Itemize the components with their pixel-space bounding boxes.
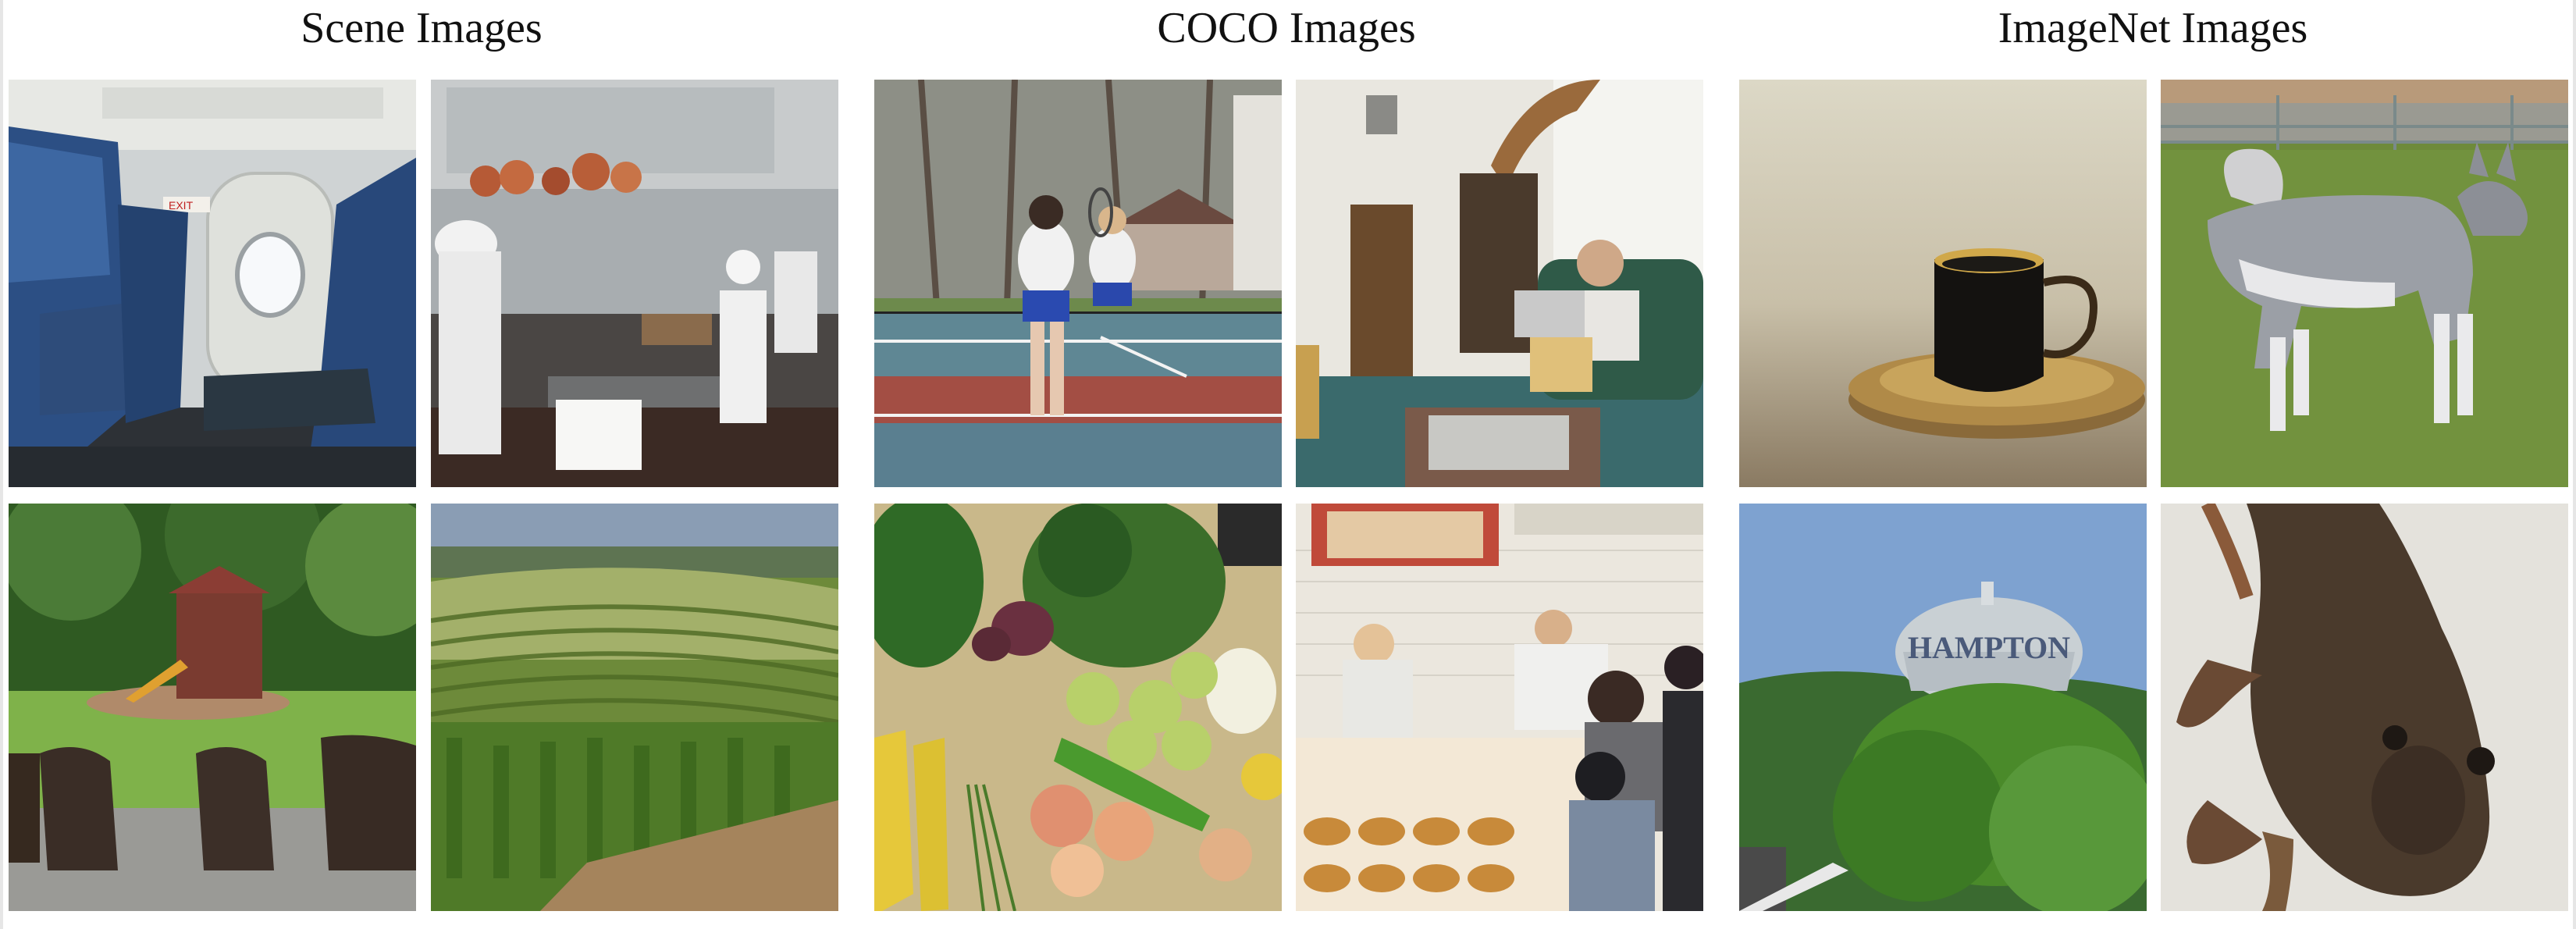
photo-backyard-playset — [9, 504, 416, 911]
photo-husky-dog — [2161, 80, 2568, 487]
heading-scene-images: Scene Images — [301, 4, 543, 52]
heading-imagenet-images: ImageNet Images — [1998, 4, 2308, 52]
photo-kitchen — [431, 80, 838, 487]
photo-tennis-players — [874, 80, 1282, 487]
exit-sign-text: EXIT — [169, 199, 194, 212]
photo-frog — [2161, 504, 2568, 911]
photo-bakery-counter — [1296, 504, 1703, 911]
photo-water-tower: HAMPTON — [1739, 504, 2147, 911]
photo-coffee-cup — [1739, 80, 2147, 487]
photo-living-room — [1296, 80, 1703, 487]
photo-vegetables — [874, 504, 1282, 911]
photo-airplane-cabin: EXIT — [9, 80, 416, 487]
water-tower-text: HAMPTON — [1908, 630, 2070, 665]
photo-vineyard — [431, 504, 838, 911]
heading-coco-images: COCO Images — [1157, 4, 1416, 52]
